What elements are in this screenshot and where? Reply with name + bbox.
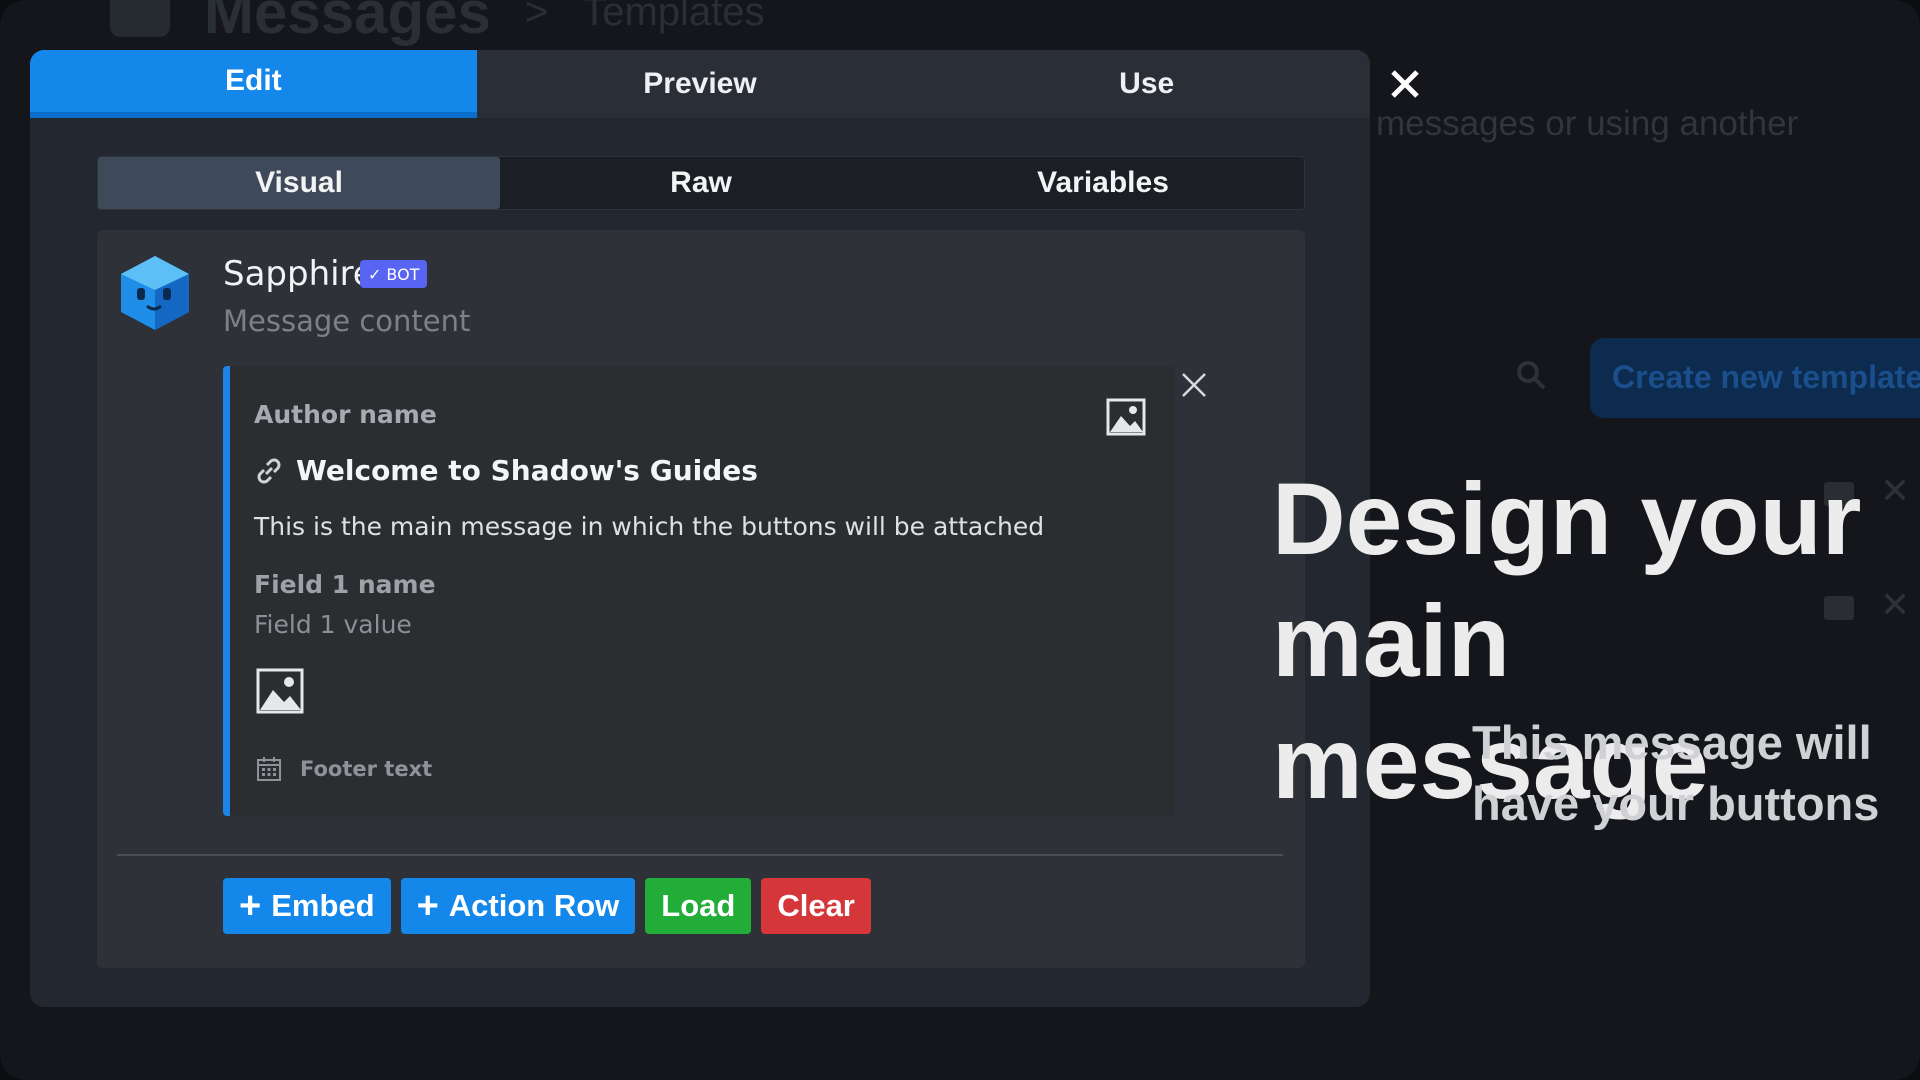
subtab-variables[interactable]: Variables (902, 157, 1304, 209)
embed-editor: Author name Welcome to Shadow's Guides T… (223, 366, 1175, 816)
tab-preview[interactable]: Preview (477, 50, 924, 118)
add-action-row-label: Action Row (448, 888, 620, 923)
editor-subtabs: Visual Raw Variables (97, 156, 1305, 210)
bot-avatar (121, 256, 189, 330)
embed-image-icon[interactable] (256, 668, 304, 714)
action-buttons: + Embed + Action Row Load Clear (223, 878, 871, 934)
clear-button[interactable]: Clear (761, 878, 871, 934)
background-page-title: Messages (204, 0, 491, 46)
add-embed-label: Embed (271, 888, 375, 923)
embed-author-input[interactable]: Author name (254, 400, 437, 429)
embed-title-row: Welcome to Shadow's Guides (254, 454, 758, 487)
thumbnail-image-icon[interactable] (1106, 398, 1146, 436)
mode-tabs: Edit Preview Use (30, 50, 1370, 118)
load-button[interactable]: Load (645, 878, 752, 934)
divider (117, 854, 1283, 856)
breadcrumb: Templates (582, 0, 765, 34)
bot-name: Sapphire (223, 254, 374, 294)
embed-footer-row: Footer text (256, 756, 432, 782)
template-editor-modal: Edit Preview Use Visual Raw Variables Sa… (30, 50, 1370, 1007)
embed-description-input[interactable]: This is the main message in which the bu… (254, 512, 1044, 541)
app-frame: Messages > Templates messages or using a… (0, 0, 1920, 1080)
promo-subtitle: This message will have your buttons (1472, 716, 1880, 830)
close-modal-icon[interactable] (1385, 64, 1425, 104)
link-icon (257, 458, 281, 483)
embed-title-input[interactable]: Welcome to Shadow's Guides (296, 454, 758, 487)
tab-use[interactable]: Use (923, 50, 1370, 118)
calendar-icon[interactable] (256, 756, 282, 782)
background-description: messages or using another (1376, 104, 1799, 143)
field-value-input[interactable]: Field 1 value (254, 610, 412, 639)
message-content-input[interactable]: Message content (223, 304, 470, 338)
create-template-button: Create new template (1590, 338, 1920, 418)
embed-footer-input[interactable]: Footer text (300, 757, 432, 781)
breadcrumb-separator: > (524, 0, 549, 34)
bot-badge-label: BOT (386, 264, 420, 284)
plus-icon: + (416, 885, 439, 927)
plus-icon: + (239, 885, 262, 927)
add-action-row-button[interactable]: + Action Row (400, 878, 636, 934)
background-header: Messages > Templates (110, 0, 765, 47)
add-embed-button[interactable]: + Embed (223, 878, 391, 934)
message-editor-panel: Sapphire ✓ BOT Message content Author na… (97, 230, 1305, 968)
verified-check-icon: ✓ (368, 264, 382, 284)
chat-bubble-icon (110, 0, 170, 37)
remove-embed-close-icon[interactable] (1179, 370, 1209, 400)
subtab-visual[interactable]: Visual (98, 157, 500, 209)
search-icon (1517, 361, 1546, 390)
field-name-input[interactable]: Field 1 name (254, 570, 436, 599)
subtab-raw[interactable]: Raw (500, 157, 902, 209)
bot-badge: ✓ BOT (360, 260, 428, 288)
tab-edit[interactable]: Edit (30, 50, 477, 118)
